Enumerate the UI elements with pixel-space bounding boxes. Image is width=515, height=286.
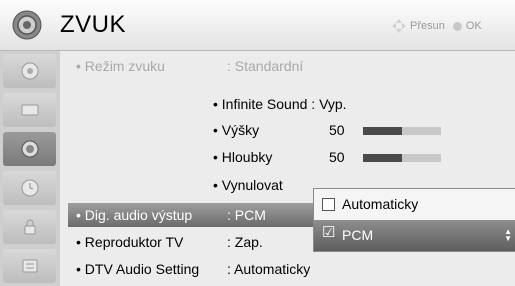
menu-row-label: • Reproduktor TV (76, 234, 184, 250)
scroll-arrows-icon: ▲ ▼ (504, 227, 512, 243)
option-pcm[interactable]: ☑ PCM ▲ ▼ (314, 220, 515, 251)
checked-box-icon: ☑ (322, 224, 336, 241)
category-sidebar (0, 51, 60, 286)
menu-row-label: • Režim zvuku (76, 58, 165, 74)
sidebar-item-tv[interactable] (3, 93, 56, 127)
hint-move-label: Přesun (410, 20, 445, 32)
option-icon (22, 259, 37, 273)
lock-icon (24, 219, 35, 235)
ok-button-icon (452, 21, 462, 31)
reset-label: • Vynulovat (213, 177, 283, 193)
option-automaticky[interactable]: Automaticky (314, 189, 515, 220)
bass-level-fill (363, 154, 402, 162)
sidebar-item-sound[interactable] (3, 132, 56, 166)
sidebar-item-time[interactable] (3, 171, 56, 205)
treble-level-bar[interactable] (363, 127, 441, 135)
menu-row-label: • Dig. audio výstup (76, 207, 193, 223)
bass-label: • Hloubky (213, 149, 273, 165)
digital-audio-options-popup: Automaticky ☑ PCM ▲ ▼ (313, 188, 515, 252)
menu-row-dtv-audio-setting[interactable]: • DTV Audio Setting : Automaticky (60, 257, 515, 281)
speaker-icon (12, 10, 42, 40)
menu-row-digital-audio-out[interactable]: • Dig. audio výstup : PCM (68, 203, 328, 227)
sidebar-item-option[interactable] (3, 249, 56, 283)
option-label: Automaticky (342, 196, 419, 212)
treble-value: 50 (329, 122, 345, 138)
sidebar-item-lock[interactable] (3, 210, 56, 244)
menu-row-value: : Standardní (227, 58, 304, 74)
menu-row-value: : Zap. (227, 234, 263, 250)
arrows-icon (392, 19, 406, 33)
checkbox-icon (322, 198, 335, 211)
navigation-hint: Přesun OK (392, 19, 482, 33)
treble-label: • Výšky (213, 122, 260, 138)
speaker-icon (21, 140, 38, 158)
bass-value: 50 (329, 149, 345, 165)
treble-level-fill (363, 127, 402, 135)
menu-header: ZVUK Přesun OK (0, 0, 515, 51)
menu-row-value: : Automaticky (227, 261, 311, 277)
tv-icon (21, 104, 38, 116)
hint-ok-label: OK (465, 20, 482, 32)
infinite-sound-label: • Infinite Sound : Vyp. (213, 96, 347, 112)
option-label: PCM (342, 227, 374, 243)
sidebar-item-picture[interactable] (3, 54, 56, 88)
menu-row-sound-mode[interactable]: • Režim zvuku : Standardní (60, 54, 515, 78)
picture-icon (21, 62, 38, 80)
menu-row-label: • DTV Audio Setting (76, 261, 200, 277)
menu-row-value: : PCM (227, 207, 266, 223)
page-title: ZVUK (60, 11, 127, 38)
bass-level-bar[interactable] (363, 154, 441, 162)
clock-icon (21, 179, 38, 197)
